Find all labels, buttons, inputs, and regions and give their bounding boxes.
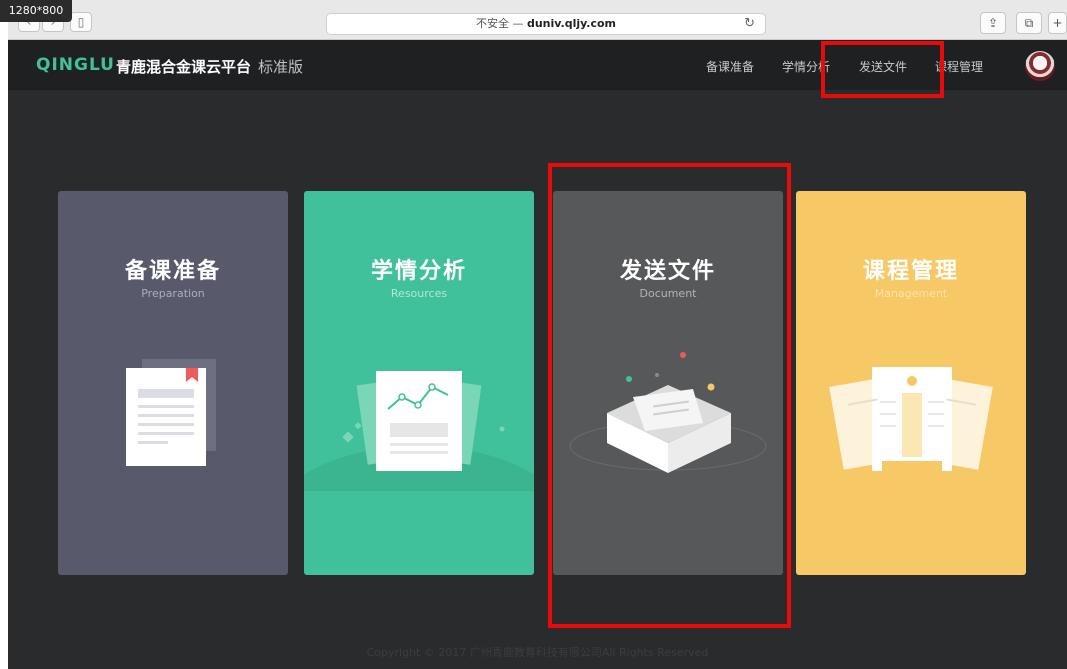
browser-toolbar: 1280*800 ‹ › ▯ 不安全 — duniv.qljy.com ↻ ⇪ … (0, 0, 1067, 40)
card-title: 课程管理 (862, 259, 959, 284)
chart-report-icon (304, 371, 534, 491)
card-analysis[interactable]: 学情分析 Resources (304, 191, 534, 575)
course-forms-icon (829, 367, 993, 471)
logo[interactable]: QINGLU (36, 55, 115, 75)
new-tab-icon[interactable]: + (1048, 12, 1067, 34)
sidebar-icon[interactable]: ▯ (70, 12, 92, 32)
nav-item-preparation[interactable]: 备课准备 (706, 58, 754, 75)
tabs-icon[interactable]: ⧉ (1016, 12, 1042, 34)
resolution-badge: 1280*800 (0, 0, 72, 22)
document-bookmark-icon (126, 359, 216, 466)
card-management[interactable]: 课程管理 Management (796, 191, 1026, 575)
reload-icon[interactable]: ↻ (744, 14, 755, 34)
card-title: 学情分析 (370, 259, 467, 284)
app-content: QINGLU 青鹿混合金课云平台 标准版 备课准备 学情分析 发送文件 课程管理… (8, 40, 1067, 669)
card-subtitle: Preparation (141, 287, 205, 300)
domain-text: duniv.qljy.com (526, 17, 617, 30)
insecure-label: 不安全 — (475, 17, 524, 30)
footer-copyright: Copyright © 2017 广州青鹿教育科技有限公司All Rights … (366, 646, 709, 659)
share-icon[interactable]: ⇪ (980, 12, 1006, 34)
highlight-box-nav (821, 41, 944, 98)
card-title: 备课准备 (124, 259, 221, 284)
address-bar[interactable]: 不安全 — duniv.qljy.com ↻ (326, 13, 766, 35)
card-subtitle: Management (874, 287, 948, 300)
browser-window: 1280*800 ‹ › ▯ 不安全 — duniv.qljy.com ↻ ⇪ … (0, 0, 1067, 669)
highlight-box-card (548, 163, 791, 628)
edition-label: 标准版 (258, 58, 304, 76)
card-preparation[interactable]: 备课准备 Preparation (58, 191, 288, 575)
brand-name: 青鹿混合金课云平台 (116, 58, 252, 76)
card-subtitle: Resources (390, 287, 448, 300)
avatar[interactable] (1025, 51, 1055, 81)
